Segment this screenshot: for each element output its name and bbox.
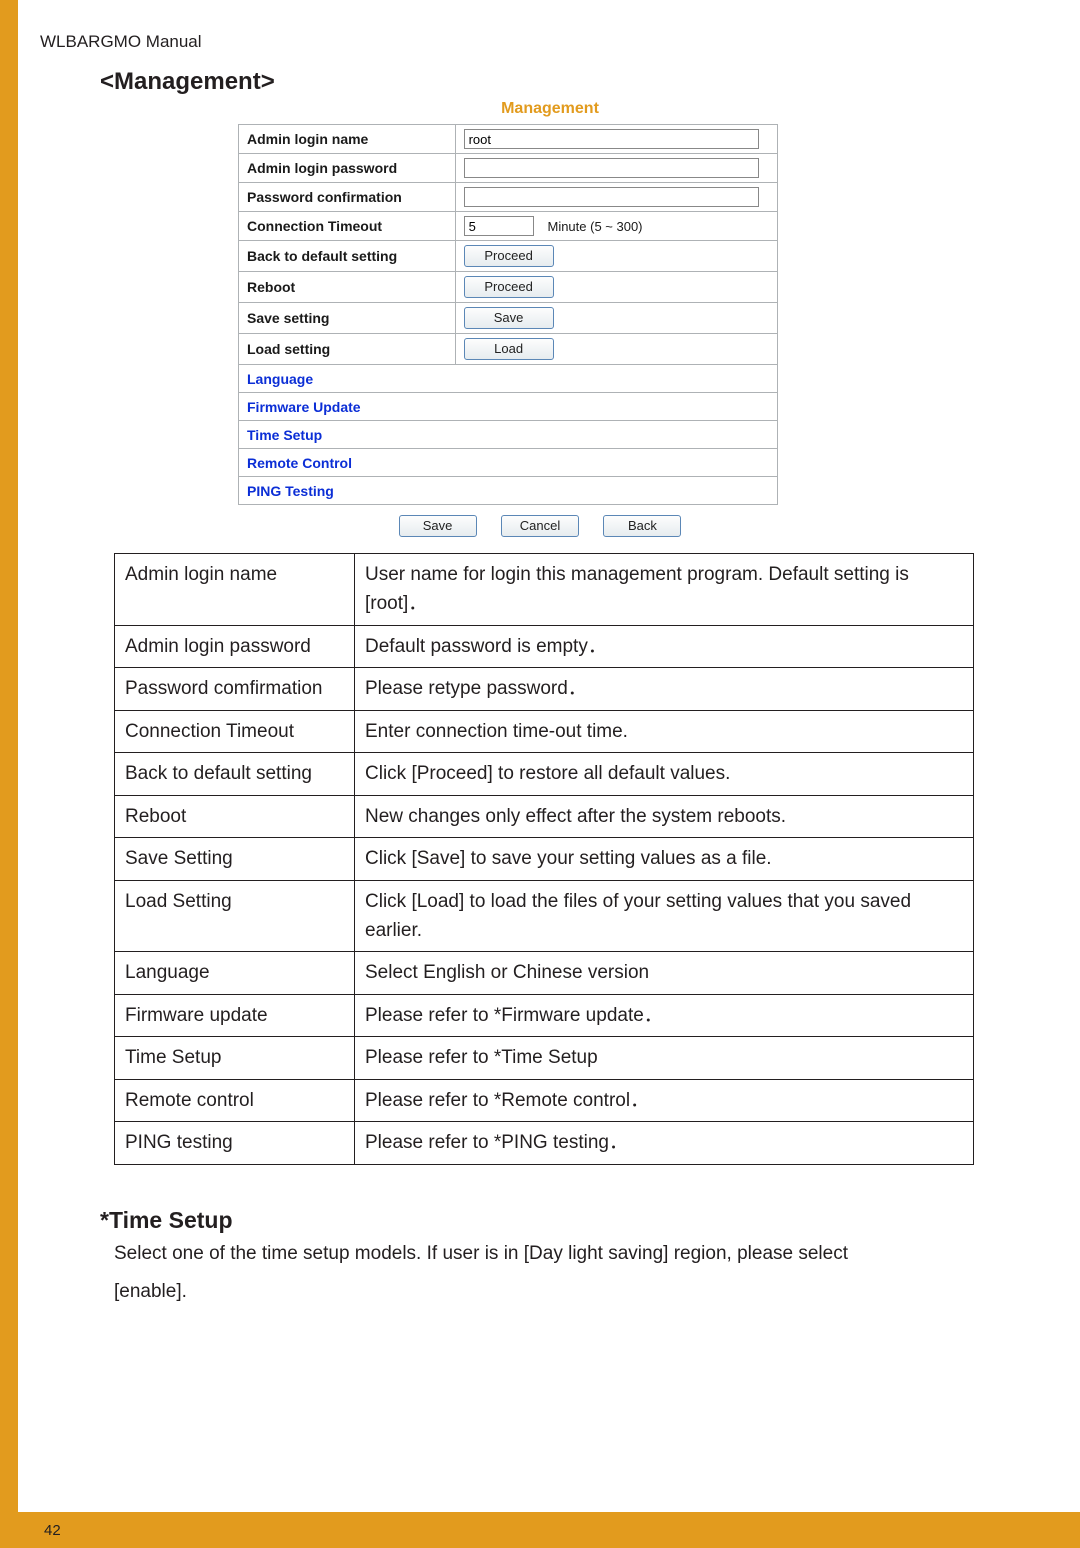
password-confirmation-input[interactable] <box>464 187 759 207</box>
desc-value: Please refer to *Time Setup <box>355 1037 974 1079</box>
table-row: Connection TimeoutEnter connection time-… <box>115 710 974 752</box>
desc-key: Remote control <box>115 1079 355 1121</box>
link-language[interactable]: Language <box>239 365 778 393</box>
label-save-setting: Save setting <box>239 303 456 334</box>
table-row: LanguageSelect English or Chinese versio… <box>115 952 974 994</box>
desc-key: Save Setting <box>115 838 355 880</box>
save-setting-button[interactable]: Save <box>464 307 554 329</box>
page-number: 42 <box>44 1522 61 1539</box>
management-config-panel: Admin login name Admin login password Pa… <box>238 124 778 505</box>
desc-value: New changes only effect after the system… <box>355 795 974 837</box>
link-remote-control[interactable]: Remote Control <box>239 449 778 477</box>
label-load-setting: Load setting <box>239 334 456 365</box>
section-heading-time-setup: *Time Setup <box>100 1207 1020 1234</box>
desc-key: Connection Timeout <box>115 710 355 752</box>
row-save-setting: Save setting Save <box>239 303 778 334</box>
desc-key: Firmware update <box>115 994 355 1036</box>
proceed-default-button[interactable]: Proceed <box>464 245 554 267</box>
desc-key: Password comfirmation <box>115 668 355 710</box>
load-setting-button[interactable]: Load <box>464 338 554 360</box>
row-reboot: Reboot Proceed <box>239 272 778 303</box>
table-row: RebootNew changes only effect after the … <box>115 795 974 837</box>
desc-value: Please retype password． <box>355 668 974 710</box>
row-back-to-default: Back to default setting Proceed <box>239 241 778 272</box>
desc-value: Please refer to *Remote control． <box>355 1079 974 1121</box>
desc-value: Click [Save] to save your setting values… <box>355 838 974 880</box>
desc-value: Please refer to *Firmware update． <box>355 994 974 1036</box>
desc-key: Load Setting <box>115 880 355 952</box>
row-admin-login-password: Admin login password <box>239 154 778 183</box>
table-row: Save SettingClick [Save] to save your se… <box>115 838 974 880</box>
desc-value: Please refer to *PING testing． <box>355 1122 974 1164</box>
admin-login-password-input[interactable] <box>464 158 759 178</box>
desc-value: Select English or Chinese version <box>355 952 974 994</box>
link-ping-testing[interactable]: PING Testing <box>239 477 778 505</box>
proceed-reboot-button[interactable]: Proceed <box>464 276 554 298</box>
description-table: Admin login nameUser name for login this… <box>114 553 974 1165</box>
row-admin-login-name: Admin login name <box>239 125 778 154</box>
desc-value: Click [Load] to load the files of your s… <box>355 880 974 952</box>
table-row: Back to default settingClick [Proceed] t… <box>115 753 974 795</box>
label-admin-login-name: Admin login name <box>239 125 456 154</box>
table-row: Load SettingClick [Load] to load the fil… <box>115 880 974 952</box>
row-password-confirmation: Password confirmation <box>239 183 778 212</box>
admin-login-name-input[interactable] <box>464 129 759 149</box>
table-row: Time SetupPlease refer to *Time Setup <box>115 1037 974 1079</box>
table-row: Remote controlPlease refer to *Remote co… <box>115 1079 974 1121</box>
label-password-confirmation: Password confirmation <box>239 183 456 212</box>
desc-value: Enter connection time-out time. <box>355 710 974 752</box>
row-load-setting: Load setting Load <box>239 334 778 365</box>
desc-key: Language <box>115 952 355 994</box>
desc-key: Admin login password <box>115 625 355 667</box>
table-row: Firmware updatePlease refer to *Firmware… <box>115 994 974 1036</box>
section-heading-management: <Management> <box>100 68 1020 96</box>
manual-header: WLBARGMO Manual <box>40 28 1020 62</box>
row-connection-timeout: Connection Timeout Minute (5 ~ 300) <box>239 212 778 241</box>
connection-timeout-input[interactable] <box>464 216 534 236</box>
table-row: Admin login passwordDefault password is … <box>115 625 974 667</box>
table-row: Password comfirmationPlease retype passw… <box>115 668 974 710</box>
label-connection-timeout: Connection Timeout <box>239 212 456 241</box>
manual-page: WLBARGMO Manual <Management> Management … <box>0 0 1080 1548</box>
description-tbody: Admin login nameUser name for login this… <box>115 554 974 1165</box>
desc-value: Default password is empty． <box>355 625 974 667</box>
desc-key: PING testing <box>115 1122 355 1164</box>
bottom-button-row: Save Cancel Back <box>60 515 1020 537</box>
label-admin-login-password: Admin login password <box>239 154 456 183</box>
time-setup-text-1: Select one of the time setup models. If … <box>114 1236 994 1272</box>
back-button[interactable]: Back <box>603 515 681 537</box>
save-button[interactable]: Save <box>399 515 477 537</box>
desc-value: Click [Proceed] to restore all default v… <box>355 753 974 795</box>
desc-key: Reboot <box>115 795 355 837</box>
table-row: Admin login nameUser name for login this… <box>115 554 974 626</box>
cancel-button[interactable]: Cancel <box>501 515 579 537</box>
desc-key: Time Setup <box>115 1037 355 1079</box>
footer-bar: 42 <box>18 1512 1080 1548</box>
label-back-to-default: Back to default setting <box>239 241 456 272</box>
panel-title-management: Management <box>80 100 1020 118</box>
desc-key: Admin login name <box>115 554 355 626</box>
table-row: PING testingPlease refer to *PING testin… <box>115 1122 974 1164</box>
desc-value: User name for login this management prog… <box>355 554 974 626</box>
time-setup-text-2: [enable]. <box>114 1274 994 1310</box>
desc-key: Back to default setting <box>115 753 355 795</box>
connection-timeout-unit: Minute (5 ~ 300) <box>547 219 642 234</box>
label-reboot: Reboot <box>239 272 456 303</box>
link-time-setup[interactable]: Time Setup <box>239 421 778 449</box>
link-firmware-update[interactable]: Firmware Update <box>239 393 778 421</box>
